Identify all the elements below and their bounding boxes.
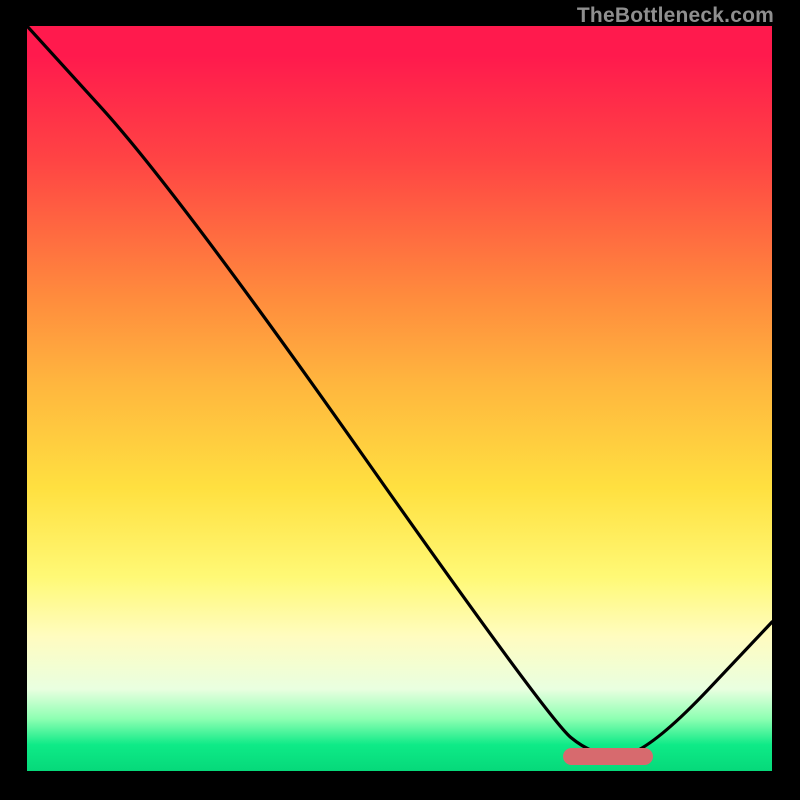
optimal-range-marker [563, 748, 652, 765]
watermark-text: TheBottleneck.com [577, 4, 774, 28]
plot-area [27, 26, 772, 771]
bottleneck-curve [27, 26, 772, 771]
chart-frame: TheBottleneck.com [0, 0, 800, 800]
